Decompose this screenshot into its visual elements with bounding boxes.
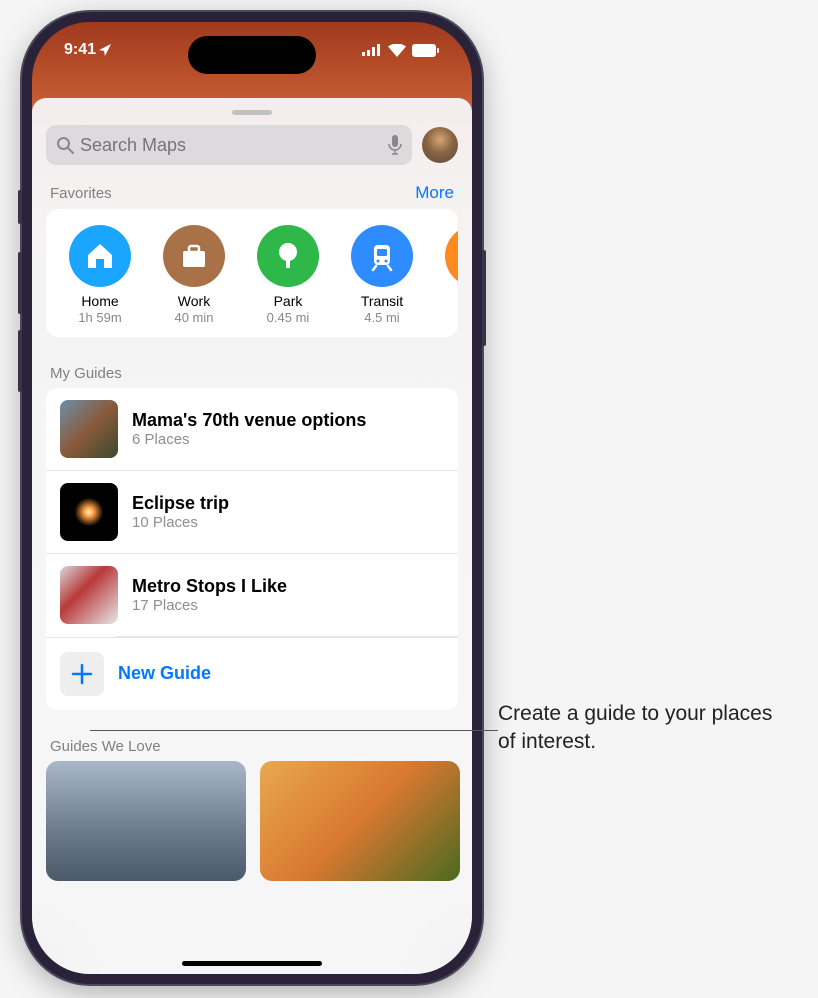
favorite-sub: 0.45 mi <box>242 310 334 326</box>
favorite-sub: 1h 59m <box>54 310 146 326</box>
phone-frame: 9:41 Favorites More <box>22 12 482 984</box>
favorite-label: Work <box>148 293 240 310</box>
guide-card[interactable] <box>260 761 460 881</box>
favorite-home[interactable]: Home 1h 59m <box>54 225 146 325</box>
microphone-icon[interactable] <box>388 135 402 155</box>
new-guide-label: New Guide <box>118 663 211 684</box>
favorites-more-button[interactable]: More <box>415 183 454 203</box>
favorite-label: Transit <box>336 293 428 310</box>
status-time: 9:41 <box>64 41 96 59</box>
favorite-label: Home <box>54 293 146 310</box>
side-button-right <box>482 250 486 346</box>
cup-icon <box>445 225 458 287</box>
guide-card[interactable] <box>46 761 246 881</box>
tree-icon <box>257 225 319 287</box>
guide-thumbnail <box>60 400 118 458</box>
guides-we-love-scroller[interactable] <box>46 761 458 881</box>
favorite-tea[interactable]: Tea 2 <box>430 225 458 325</box>
home-icon <box>69 225 131 287</box>
favorite-sub: 2 <box>430 310 458 326</box>
cellular-icon <box>362 44 382 56</box>
battery-icon <box>412 44 440 57</box>
guide-subtitle: 10 Places <box>132 514 444 531</box>
plus-icon <box>60 652 104 696</box>
guides-we-love-title: Guides We Love <box>50 738 161 755</box>
guide-title: Mama's 70th venue options <box>132 410 444 431</box>
dynamic-island <box>188 36 316 74</box>
transit-icon <box>351 225 413 287</box>
silent-switch <box>18 190 22 224</box>
my-guides-title: My Guides <box>50 365 122 382</box>
guide-subtitle: 6 Places <box>132 431 444 448</box>
favorite-label: Tea <box>430 293 458 310</box>
favorite-label: Park <box>242 293 334 310</box>
search-field[interactable] <box>46 125 412 165</box>
search-input[interactable] <box>80 135 382 156</box>
sheet-grabber[interactable] <box>232 110 272 115</box>
briefcase-icon <box>163 225 225 287</box>
favorite-sub: 4.5 mi <box>336 310 428 326</box>
volume-up-button <box>18 252 22 314</box>
wifi-icon <box>388 44 406 57</box>
guide-subtitle: 17 Places <box>132 597 444 614</box>
maps-sheet[interactable]: Favorites More Home 1h 59m <box>32 98 472 974</box>
guide-item[interactable]: Metro Stops I Like 17 Places <box>46 554 458 636</box>
volume-down-button <box>18 330 22 392</box>
guide-title: Eclipse trip <box>132 493 444 514</box>
favorite-work[interactable]: Work 40 min <box>148 225 240 325</box>
my-guides-card: Mama's 70th venue options 6 Places Eclip… <box>46 388 458 710</box>
guide-item[interactable]: Eclipse trip 10 Places <box>46 471 458 554</box>
guide-title: Metro Stops I Like <box>132 576 444 597</box>
favorite-park[interactable]: Park 0.45 mi <box>242 225 334 325</box>
screen: 9:41 Favorites More <box>32 22 472 974</box>
favorites-card: Home 1h 59m Work 40 min Pa <box>46 209 458 337</box>
location-icon <box>98 43 112 57</box>
guide-thumbnail <box>60 566 118 624</box>
favorite-transit[interactable]: Transit 4.5 mi <box>336 225 428 325</box>
callout-text: Create a guide to your places of interes… <box>498 700 778 757</box>
avatar[interactable] <box>422 127 458 163</box>
new-guide-button[interactable]: New Guide <box>46 637 458 710</box>
search-icon <box>56 136 74 154</box>
callout-leader-line <box>90 730 498 731</box>
favorites-title: Favorites <box>50 185 112 202</box>
guide-item[interactable]: Mama's 70th venue options 6 Places <box>46 388 458 471</box>
home-indicator[interactable] <box>182 961 322 966</box>
guide-thumbnail <box>60 483 118 541</box>
favorite-sub: 40 min <box>148 310 240 326</box>
favorites-scroller[interactable]: Home 1h 59m Work 40 min Pa <box>46 209 458 337</box>
